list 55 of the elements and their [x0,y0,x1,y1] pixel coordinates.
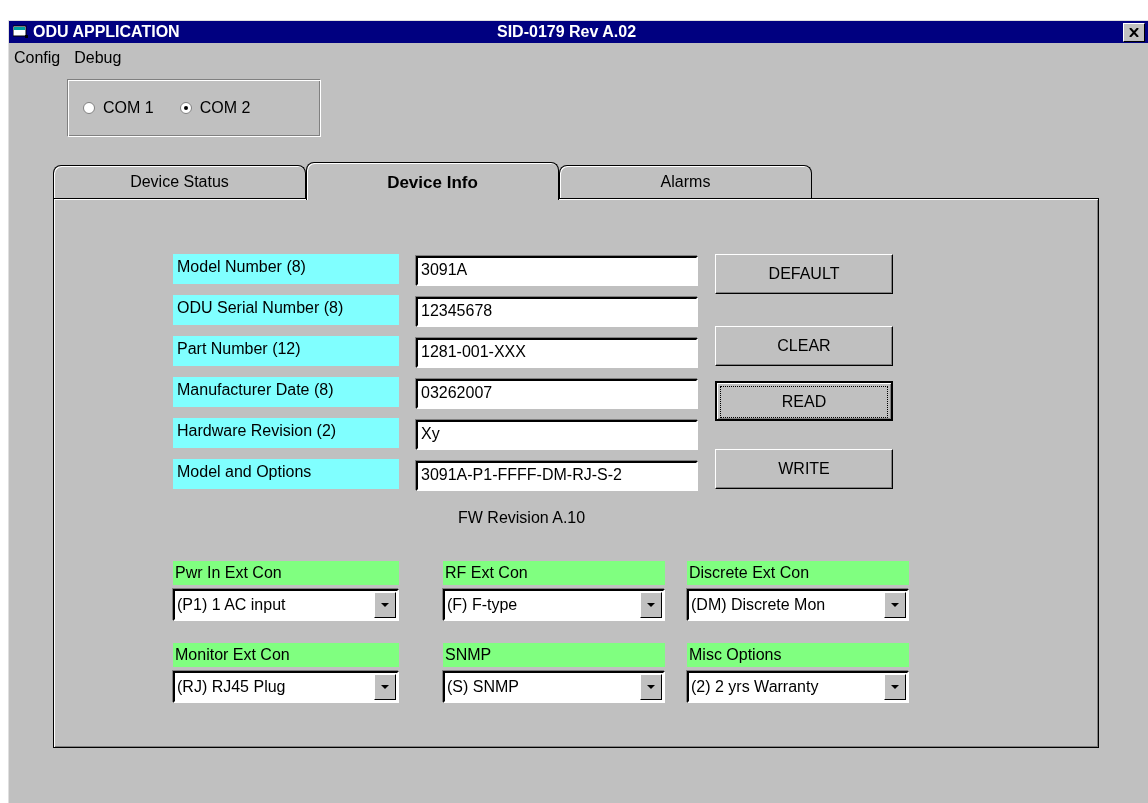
option-label: RF Ext Con [443,561,665,585]
input-field[interactable]: 1281-001-XXX [416,338,698,368]
window-subtitle: SID-0179 Rev A.02 [497,23,638,41]
option-label: SNMP [443,643,665,667]
dropdown-button[interactable] [640,592,662,618]
tab[interactable]: Alarms [559,165,812,198]
field-label: Manufacturer Date (8) [173,377,399,407]
dropdown-button[interactable] [884,674,906,700]
field-label: Hardware Revision (2) [173,418,399,448]
caret-icon [891,603,899,607]
close-icon [1129,27,1139,37]
tab[interactable]: Device Status [53,165,306,198]
input-field[interactable]: 3091A [416,256,698,286]
radio-button[interactable] [179,102,192,114]
firmware-revision-text: FW Revision A.10 [458,509,587,527]
radio-option[interactable]: COM 2 [179,99,251,117]
dropdown-button[interactable] [640,674,662,700]
caret-icon [381,685,389,689]
push-button[interactable]: DEFAULT [715,254,893,294]
input-field[interactable]: Xy [416,420,698,450]
caret-icon [647,603,655,607]
input-field[interactable]: 3091A-P1-FFFF-DM-RJ-S-2 [416,461,698,491]
push-button[interactable]: CLEAR [715,326,893,366]
dropdown[interactable]: (DM) Discrete Mon [687,589,909,621]
radio-option[interactable]: COM 1 [83,99,154,117]
field-label: Model and Options [173,459,399,489]
field-label: Part Number (12) [173,336,399,366]
dropdown[interactable]: (F) F-type [443,589,665,621]
option-label: Monitor Ext Con [173,643,399,667]
menu-item[interactable]: Config [12,49,63,71]
dropdown[interactable]: (S) SNMP [443,671,665,703]
field-label: ODU Serial Number (8) [173,295,399,325]
tab[interactable]: Device Info [306,162,559,200]
dropdown[interactable]: (RJ) RJ45 Plug [173,671,399,703]
field-label: Model Number (8) [173,254,399,284]
push-button[interactable]: READ [715,381,893,421]
caret-icon [381,603,389,607]
dropdown[interactable]: (2) 2 yrs Warranty [687,671,909,703]
dropdown-button[interactable] [884,592,906,618]
window-title: ODU APPLICATION [33,23,181,41]
caret-icon [647,685,655,689]
input-field[interactable]: 03262007 [416,379,698,409]
input-field[interactable]: 12345678 [416,297,698,327]
option-label: Pwr In Ext Con [173,561,399,585]
menu-item[interactable]: Debug [72,49,124,71]
dropdown-button[interactable] [374,592,396,618]
dropdown-button[interactable] [374,674,396,700]
caret-icon [891,685,899,689]
option-label: Misc Options [687,643,909,667]
app-icon [13,25,29,39]
option-label: Discrete Ext Con [687,561,909,585]
dropdown[interactable]: (P1) 1 AC input [173,589,399,621]
push-button[interactable]: WRITE [715,449,893,489]
radio-button[interactable] [83,102,95,114]
close-button[interactable] [1123,22,1145,42]
